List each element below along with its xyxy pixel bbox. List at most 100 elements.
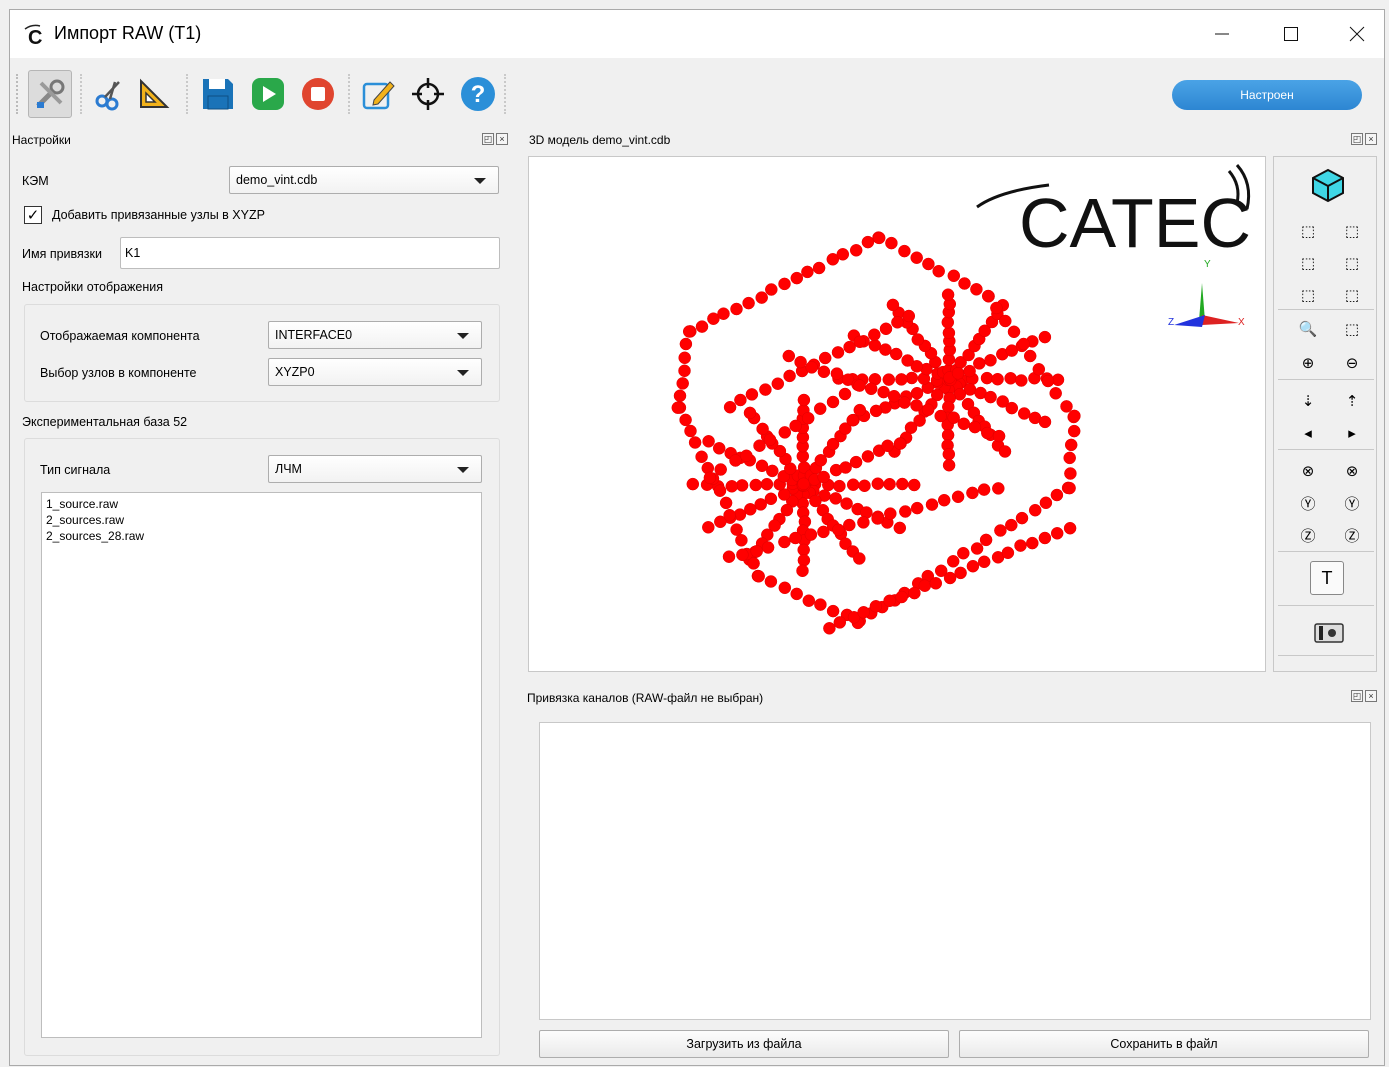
- model-node: [838, 387, 852, 401]
- zoom-in-button[interactable]: ⊕: [1296, 351, 1320, 375]
- model-node: [954, 566, 967, 580]
- component-select[interactable]: INTERFACE0: [268, 321, 482, 349]
- node-select[interactable]: XYZP0: [268, 358, 482, 386]
- list-item[interactable]: 2_sources.raw: [46, 512, 477, 528]
- save-button[interactable]: [196, 70, 240, 118]
- main-toolbar: ? Настроен: [10, 64, 1384, 124]
- 3d-viewport[interactable]: CATEC Y X Z: [528, 156, 1266, 672]
- rotate-z-cw-button[interactable]: Ⓩ: [1340, 523, 1364, 547]
- model-node: [908, 586, 921, 600]
- pan-left-button[interactable]: ◂: [1296, 421, 1320, 445]
- model-node: [794, 355, 807, 369]
- close-button[interactable]: [1334, 10, 1380, 58]
- model-node: [946, 555, 960, 568]
- pan-right-button[interactable]: ▸: [1340, 421, 1364, 445]
- rotate-x-ccw-button[interactable]: ⊗: [1296, 459, 1320, 483]
- float-panel-icon[interactable]: ◰: [1351, 133, 1363, 145]
- left-view-button[interactable]: ⬚: [1296, 251, 1320, 275]
- pan-down-button[interactable]: ⇣: [1296, 389, 1320, 413]
- chevron-down-icon: [457, 467, 469, 473]
- 3d-model-canvas[interactable]: CATEC Y X Z: [529, 157, 1266, 672]
- minimize-button[interactable]: [1199, 10, 1245, 58]
- kem-select[interactable]: demo_vint.cdb: [229, 166, 499, 194]
- axis-triad-icon: Y X Z: [1168, 259, 1245, 328]
- measure-button[interactable]: [132, 70, 176, 118]
- view-front-icon: ⬚: [1300, 223, 1316, 240]
- back-view-button[interactable]: ⬚: [1340, 219, 1364, 243]
- close-panel-icon[interactable]: ×: [1365, 690, 1377, 702]
- zoom-region-button[interactable]: ⬚: [1340, 317, 1364, 341]
- save-to-file-button[interactable]: Сохранить в файл: [959, 1030, 1369, 1058]
- list-item[interactable]: 1_source.raw: [46, 496, 477, 512]
- right-view-button[interactable]: ⬚: [1340, 251, 1364, 275]
- bottom-view-button[interactable]: ⬚: [1340, 283, 1364, 307]
- add-nodes-checkbox[interactable]: ✓: [24, 206, 42, 224]
- top-view-button[interactable]: ⬚: [1296, 283, 1320, 307]
- channel-binding-table[interactable]: [539, 722, 1371, 1020]
- model-node: [883, 477, 896, 491]
- rotate-y-cw-button[interactable]: Ⓨ: [1340, 491, 1364, 515]
- model-node: [790, 271, 804, 285]
- close-panel-icon[interactable]: ×: [1365, 133, 1377, 145]
- zoom-region-icon: ⬚: [1344, 321, 1360, 338]
- model-node: [879, 343, 892, 356]
- model-node: [902, 309, 916, 323]
- maximize-button[interactable]: [1268, 10, 1314, 58]
- model-node: [760, 477, 774, 491]
- rotate-y-ccw-button[interactable]: Ⓨ: [1296, 491, 1320, 515]
- settings-tool-button[interactable]: [28, 70, 72, 118]
- float-panel-icon[interactable]: ◰: [1351, 690, 1363, 702]
- screenshot-button[interactable]: [1312, 617, 1346, 647]
- raw-file-list[interactable]: 1_source.raw 2_sources.raw 2_sources_28.…: [41, 492, 482, 1038]
- model-node: [839, 461, 852, 474]
- main-window: C Импорт RAW (T1) ? Настроен Настройки ◰…: [9, 9, 1385, 1066]
- model-node: [881, 439, 894, 453]
- model-node: [817, 365, 831, 379]
- load-from-file-button[interactable]: Загрузить из файла: [539, 1030, 949, 1058]
- stop-button[interactable]: [296, 70, 340, 118]
- model-node: [921, 403, 935, 417]
- list-item[interactable]: 2_sources_28.raw: [46, 528, 477, 544]
- binding-name-input[interactable]: K1: [120, 237, 500, 269]
- model-node: [826, 604, 840, 618]
- target-button[interactable]: [406, 70, 450, 118]
- start-button[interactable]: [246, 70, 290, 118]
- model-node: [1015, 511, 1029, 525]
- model-node: [763, 433, 777, 446]
- model-node: [671, 401, 685, 414]
- model-node: [970, 542, 984, 555]
- rotate-z-ccw-button[interactable]: Ⓩ: [1296, 523, 1320, 547]
- model-node: [755, 291, 768, 304]
- edit-button[interactable]: [356, 70, 400, 118]
- model-node: [713, 484, 727, 497]
- signal-type-select[interactable]: ЛЧМ: [268, 455, 482, 483]
- front-view-button[interactable]: ⬚: [1296, 219, 1320, 243]
- zoom-fit-button[interactable]: 🔍: [1296, 317, 1320, 341]
- help-button[interactable]: ?: [456, 70, 500, 118]
- model-node: [853, 335, 867, 349]
- add-nodes-label: Добавить привязанные узлы в XYZP: [52, 208, 265, 222]
- signal-type-value: ЛЧМ: [275, 462, 302, 476]
- model-node: [814, 598, 827, 611]
- model-node: [853, 552, 866, 565]
- catec-logo: CATEC: [976, 164, 1251, 262]
- text-labels-button[interactable]: T: [1310, 561, 1344, 595]
- pan-up-button[interactable]: ⇡: [1340, 389, 1364, 413]
- svg-text:C: C: [28, 27, 42, 46]
- toolbar-grip[interactable]: [16, 74, 20, 114]
- rotate-x-cw-button[interactable]: ⊗: [1340, 459, 1364, 483]
- model-node: [992, 482, 1005, 495]
- model-panel-title: 3D модель demo_vint.cdb: [529, 133, 671, 147]
- float-panel-icon[interactable]: ◰: [482, 133, 494, 145]
- cut-button[interactable]: [88, 70, 132, 118]
- close-panel-icon[interactable]: ×: [496, 133, 508, 145]
- vertical-splitter[interactable]: [520, 128, 524, 1067]
- model-node: [849, 455, 863, 469]
- model-node: [872, 231, 886, 245]
- model-node: [695, 450, 708, 464]
- iso-view-button[interactable]: [1310, 167, 1346, 203]
- rotate-z-icon: Ⓩ: [1344, 527, 1360, 545]
- zoom-out-button[interactable]: ⊖: [1340, 351, 1364, 375]
- model-node: [984, 390, 997, 404]
- zoom-out-icon: ⊖: [1345, 355, 1359, 372]
